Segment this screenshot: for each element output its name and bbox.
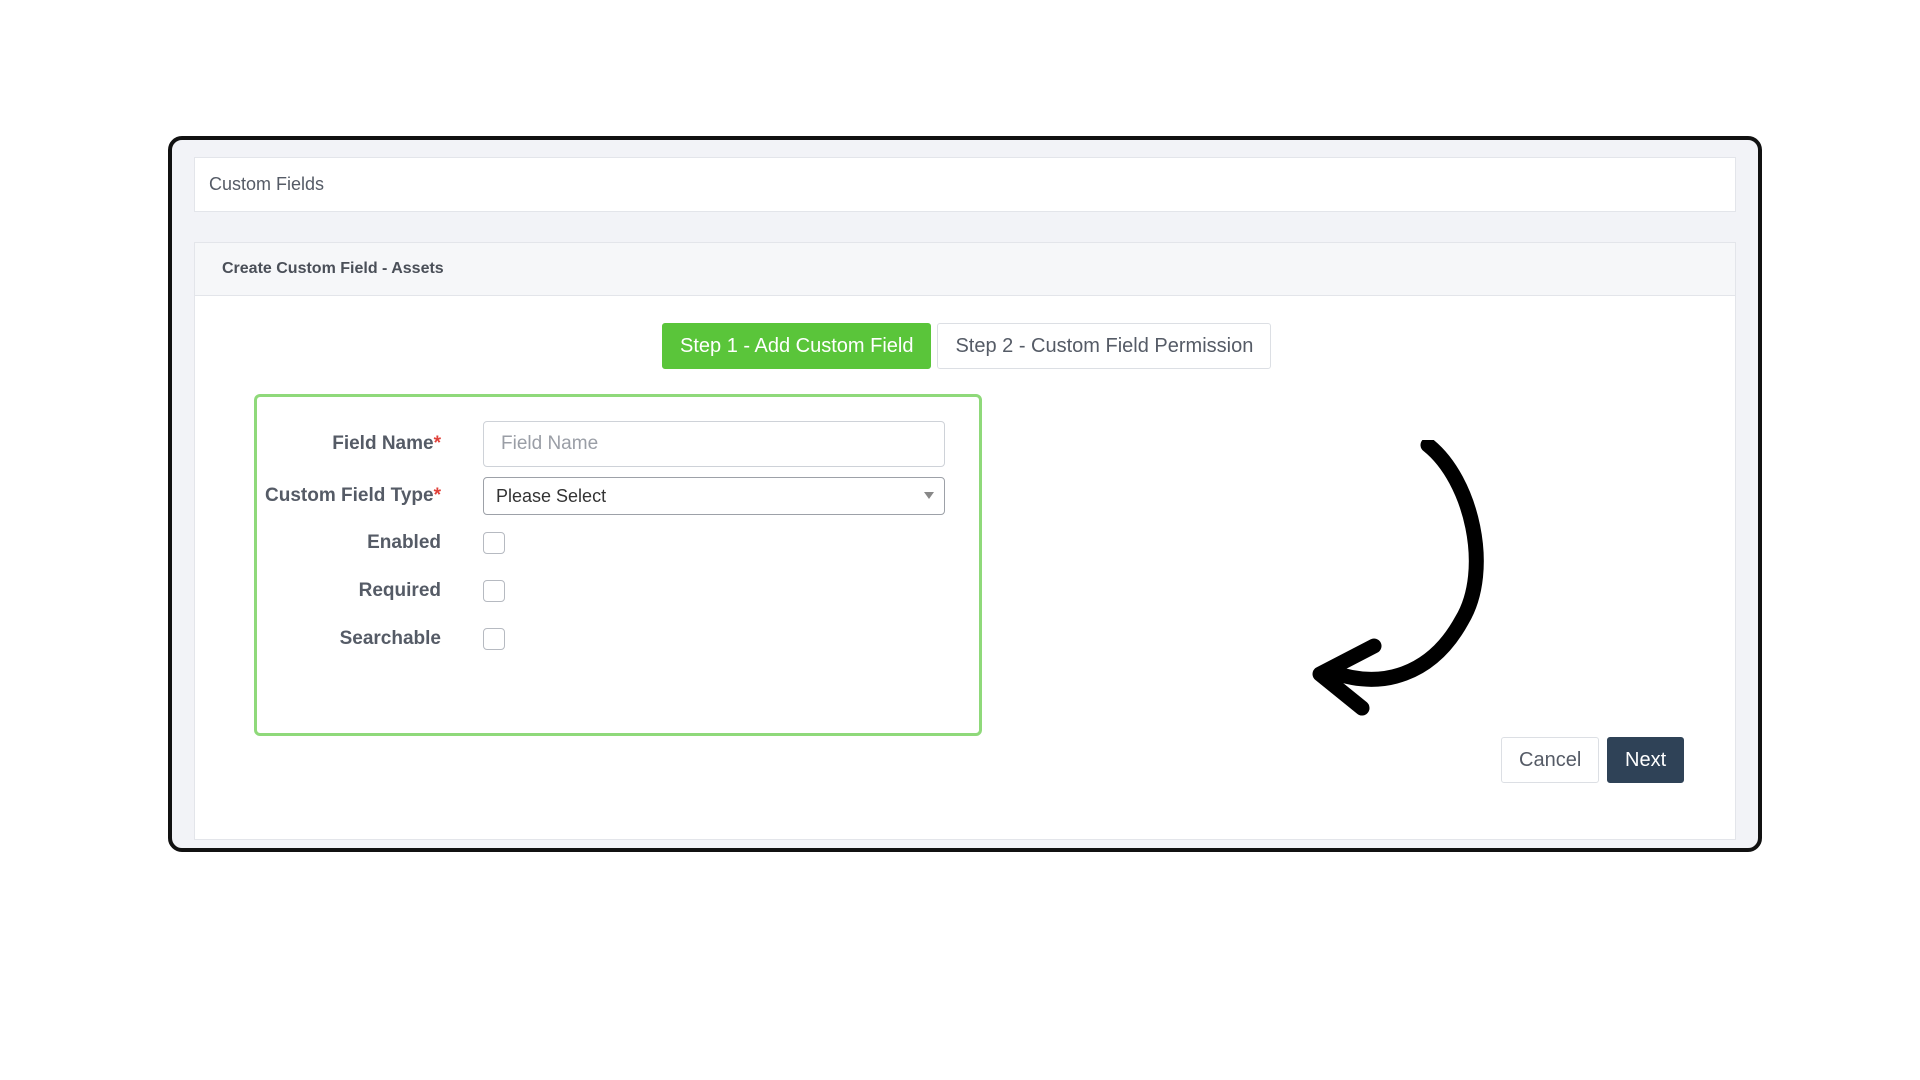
field-type-row: Custom Field Type*: [257, 477, 441, 515]
page-title: Custom Fields: [209, 174, 325, 194]
card-header: Create Custom Field - Assets: [195, 243, 1735, 296]
enabled-row: Enabled: [257, 532, 441, 554]
required-row: Required: [257, 580, 441, 602]
enabled-label: Enabled: [367, 532, 441, 553]
cancel-button[interactable]: Cancel: [1501, 737, 1600, 783]
field-name-row: Field Name*: [257, 421, 441, 467]
searchable-row: Searchable: [257, 628, 441, 650]
enabled-checkbox[interactable]: [483, 532, 505, 554]
required-mark: *: [433, 433, 441, 454]
field-name-label: Field Name*: [332, 433, 441, 454]
required-mark: *: [433, 485, 441, 506]
page-header: Custom Fields: [194, 157, 1736, 212]
card-title: Create Custom Field - Assets: [222, 260, 444, 277]
step-1-tab[interactable]: Step 1 - Add Custom Field: [662, 323, 932, 369]
custom-field-form: Field Name* Custom Field Type* Please Se…: [254, 394, 982, 736]
field-type-select[interactable]: Please Select: [483, 477, 945, 515]
required-label: Required: [358, 580, 441, 601]
curved-arrow-icon: [1312, 440, 1484, 716]
searchable-checkbox[interactable]: [483, 628, 505, 650]
step-2-tab[interactable]: Step 2 - Custom Field Permission: [937, 323, 1272, 369]
field-type-label: Custom Field Type*: [265, 485, 441, 506]
screenshot-frame: Custom Fields Create Custom Field - Asse…: [168, 136, 1762, 852]
chevron-down-icon: [924, 492, 934, 499]
field-type-selected-value: Please Select: [496, 485, 607, 506]
searchable-label: Searchable: [339, 628, 441, 649]
step-tabs: Step 1 - Add Custom Field Step 2 - Custo…: [662, 323, 1272, 369]
field-name-input[interactable]: [483, 421, 945, 467]
required-checkbox[interactable]: [483, 580, 505, 602]
next-button[interactable]: Next: [1607, 737, 1685, 783]
